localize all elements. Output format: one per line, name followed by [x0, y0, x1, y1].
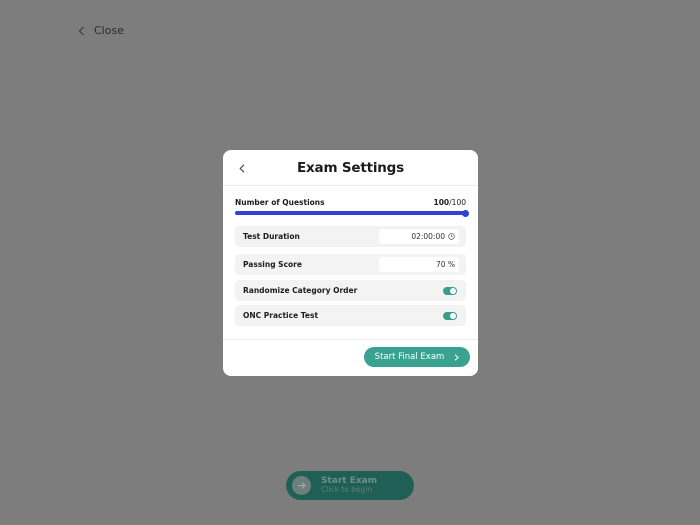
- slider-thumb[interactable]: [462, 209, 469, 217]
- back-button[interactable]: [236, 161, 248, 175]
- chevron-left-icon: [239, 163, 245, 173]
- chevron-left-icon: [78, 26, 84, 35]
- test-duration-input[interactable]: 02:00:00: [379, 229, 459, 244]
- chevron-right-icon: [454, 353, 460, 361]
- setting-label: Randomize Category Order: [243, 286, 358, 295]
- close-label: Close: [94, 24, 124, 37]
- clock-icon: [448, 233, 455, 240]
- setting-label: Test Duration: [243, 232, 300, 241]
- setting-row-passing-score: Passing Score 70 %: [235, 254, 466, 275]
- close-button[interactable]: Close: [78, 24, 124, 37]
- questions-slider[interactable]: [235, 209, 469, 217]
- questions-row: Number of Questions 100/100: [235, 198, 466, 207]
- start-exam-button[interactable]: Start Exam Click to begin: [286, 471, 414, 500]
- passing-score-input[interactable]: 70 %: [379, 257, 459, 272]
- test-duration-value: 02:00:00: [411, 232, 445, 241]
- questions-max: /100: [449, 198, 466, 207]
- start-final-exam-label: Start Final Exam: [374, 352, 445, 362]
- questions-label: Number of Questions: [235, 198, 325, 207]
- start-exam-subtitle: Click to begin: [321, 485, 373, 495]
- setting-row-randomize: Randomize Category Order: [235, 280, 466, 301]
- modal-header: Exam Settings: [223, 150, 478, 186]
- passing-score-value: 70 %: [435, 260, 455, 269]
- exam-settings-modal: Exam Settings Number of Questions 100/10…: [223, 150, 478, 376]
- setting-label: ONC Practice Test: [243, 311, 319, 320]
- start-final-exam-button[interactable]: Start Final Exam: [364, 347, 470, 367]
- questions-value: 100: [433, 198, 450, 207]
- divider: [223, 339, 478, 340]
- arrow-right-icon: [292, 476, 311, 495]
- onc-practice-toggle[interactable]: [443, 311, 457, 320]
- questions-count: 100/100: [434, 198, 467, 207]
- slider-fill: [235, 211, 466, 215]
- randomize-toggle[interactable]: [443, 286, 457, 295]
- modal-title: Exam Settings: [297, 159, 404, 176]
- setting-row-onc-practice: ONC Practice Test: [235, 305, 466, 326]
- setting-label: Passing Score: [243, 260, 302, 269]
- setting-row-test-duration: Test Duration 02:00:00: [235, 226, 466, 247]
